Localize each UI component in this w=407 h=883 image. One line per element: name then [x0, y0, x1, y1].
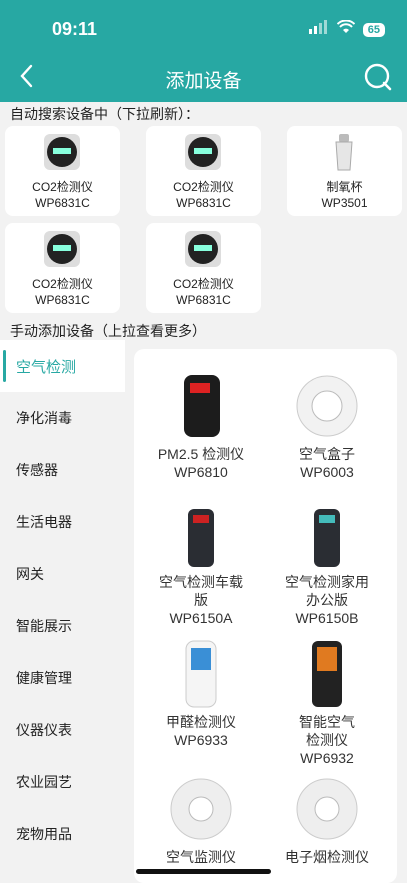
- category-item-pet[interactable]: 宠物用品: [0, 808, 125, 860]
- product-item[interactable]: 空气检测家用 办公版 WP6150B: [262, 507, 392, 627]
- auto-search-label: 自动搜索设备中（下拉刷新）：: [10, 106, 199, 122]
- signal-icon: [308, 20, 329, 39]
- home-air-detector-image: [292, 507, 362, 569]
- co2-meter-image: [40, 132, 84, 172]
- page-title: 添加设备: [165, 71, 242, 92]
- product-item[interactable]: 空气监测仪: [136, 774, 266, 866]
- product-name: 空气监测仪: [166, 849, 236, 865]
- device-name: CO2检测仪: [173, 180, 234, 194]
- product-panel: PM2.5 检测仪 WP6810 空气盒子 WP6003 空气检测车载 版 WP…: [134, 349, 397, 883]
- oxygen-cup-image: [322, 132, 366, 172]
- category-item-gateway[interactable]: 网关: [0, 548, 125, 600]
- formaldehyde-meter-image: [166, 639, 236, 709]
- air-monitor-image: [166, 774, 236, 844]
- category-item-sensor[interactable]: 传感器: [0, 444, 125, 496]
- car-air-detector-image: [166, 507, 236, 569]
- air-box-image: [292, 371, 362, 441]
- product-item[interactable]: PM2.5 检测仪 WP6810: [136, 371, 266, 481]
- product-item[interactable]: 智能空气 检测仪 WP6932: [262, 639, 392, 767]
- category-item-health[interactable]: 健康管理: [0, 652, 125, 704]
- manual-add-label: 手动添加设备（上拉查看更多）: [10, 323, 206, 339]
- category-list: 空气检测 净化消毒 传感器 生活电器 网关 智能展示 健康管理 仪器仪表 农业园…: [0, 340, 125, 883]
- auto-device-card[interactable]: CO2检测仪 WP6831C: [146, 126, 261, 216]
- product-name: PM2.5 检测仪: [157, 446, 245, 462]
- device-name: CO2检测仪: [32, 277, 93, 291]
- product-name: 甲醛检测仪: [166, 714, 236, 730]
- product-model: WP6003: [300, 464, 354, 480]
- co2-meter-image: [181, 132, 225, 172]
- device-model: WP3501: [321, 196, 368, 210]
- product-name: 智能空气 检测仪: [299, 714, 355, 748]
- category-item-smart-display[interactable]: 智能展示: [0, 600, 125, 652]
- product-item[interactable]: 空气检测车载 版 WP6150A: [136, 507, 266, 627]
- vape-detector-image: [292, 774, 362, 844]
- home-indicator: [136, 869, 271, 874]
- device-name: CO2检测仪: [173, 277, 234, 291]
- product-model: WP6150A: [169, 610, 233, 626]
- product-model: WP6933: [174, 732, 228, 748]
- auto-device-card[interactable]: 制氧杯 WP3501: [287, 126, 402, 216]
- co2-meter-image: [181, 229, 225, 269]
- header-bar: 09:11 65 添加设备: [0, 0, 407, 102]
- category-item-air-detection[interactable]: 空气检测: [0, 340, 125, 392]
- product-item[interactable]: 甲醛检测仪 WP6933: [136, 639, 266, 749]
- category-item-agriculture[interactable]: 农业园艺: [0, 756, 125, 808]
- device-name: CO2检测仪: [32, 180, 93, 194]
- product-model: WP6150B: [295, 610, 359, 626]
- status-time: 09:11: [52, 19, 98, 39]
- battery-icon: 65: [362, 22, 385, 37]
- product-model: WP6810: [174, 464, 228, 480]
- product-item[interactable]: 空气盒子 WP6003: [262, 371, 392, 481]
- device-model: WP6831C: [176, 293, 231, 307]
- product-name: 空气盒子: [299, 446, 355, 462]
- auto-device-card[interactable]: CO2检测仪 WP6831C: [146, 223, 261, 313]
- auto-device-card[interactable]: CO2检测仪 WP6831C: [5, 223, 120, 313]
- product-name: 电子烟检测仪: [285, 849, 369, 865]
- category-item-appliance[interactable]: 生活电器: [0, 496, 125, 548]
- category-item-instruments[interactable]: 仪器仪表: [0, 704, 125, 756]
- device-model: WP6831C: [176, 196, 231, 210]
- product-item[interactable]: 电子烟检测仪: [262, 774, 392, 866]
- pm25-meter-image: [166, 371, 236, 441]
- product-name: 空气检测车载 版: [159, 574, 243, 608]
- product-model: WP6932: [300, 750, 354, 766]
- co2-meter-image: [40, 229, 84, 269]
- device-model: WP6831C: [35, 196, 90, 210]
- device-name: 制氧杯: [326, 180, 363, 194]
- auto-device-card[interactable]: CO2检测仪 WP6831C: [5, 126, 120, 216]
- smart-air-meter-image: [292, 639, 362, 709]
- status-icons: 65: [308, 19, 385, 39]
- device-model: WP6831C: [35, 293, 90, 307]
- category-item-purification[interactable]: 净化消毒: [0, 392, 125, 444]
- wifi-icon: [336, 19, 355, 39]
- search-icon[interactable]: [363, 62, 393, 97]
- product-name: 空气检测家用 办公版: [285, 574, 369, 608]
